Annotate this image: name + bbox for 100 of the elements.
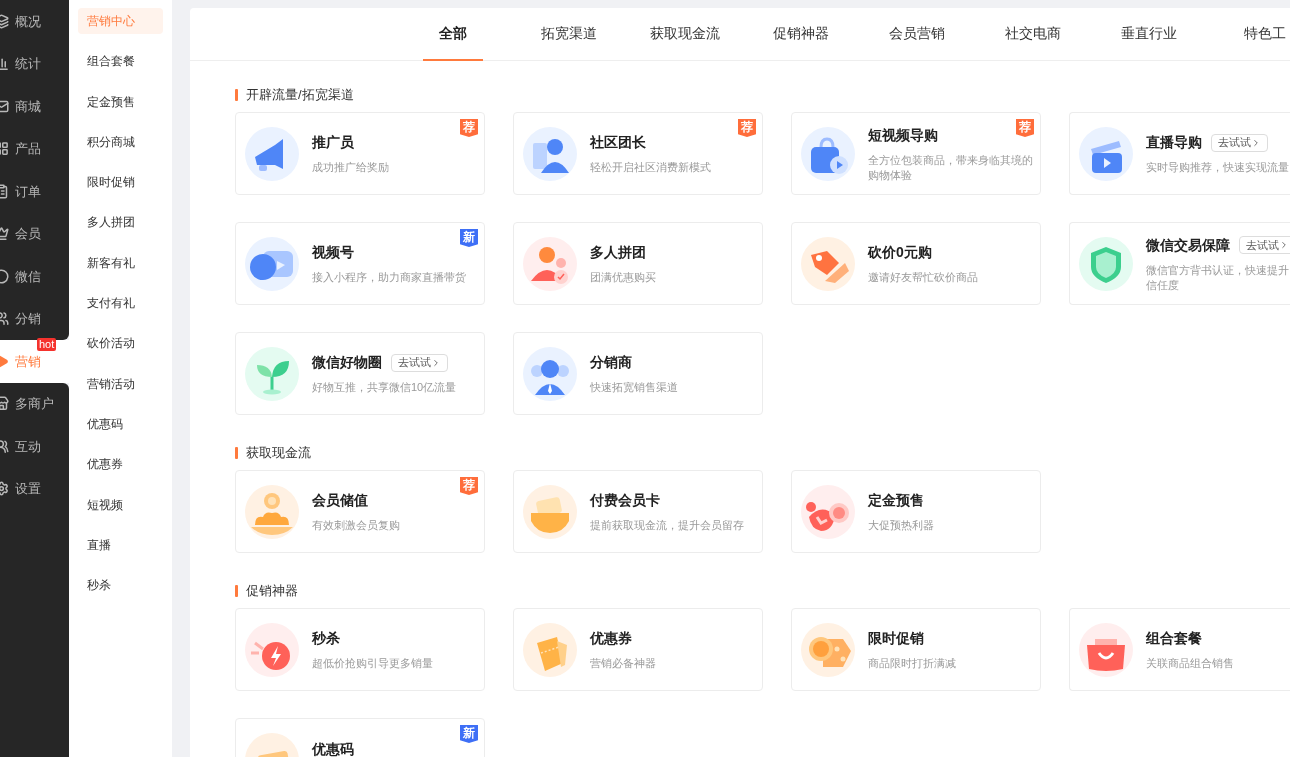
sidebar-item[interactable]: 产品	[0, 127, 69, 170]
card-title: 微信好物圈	[312, 353, 382, 372]
feature-card[interactable]: 限时促销 商品限时打折满减	[791, 608, 1041, 691]
corner-tag: 荐	[460, 477, 478, 495]
tab[interactable]: 会员营销	[859, 8, 975, 60]
card-description: 实时导购推荐，快速实现流量	[1146, 160, 1290, 175]
submenu-item[interactable]: 限时促销	[78, 169, 163, 196]
submenu-item[interactable]: 定金预售	[78, 88, 163, 115]
card-description: 全方位包装商品，带来身临其境的购物体验	[868, 152, 1034, 183]
sidebar-label: 微信	[15, 267, 41, 286]
person-icon	[523, 346, 577, 401]
sidebar-item[interactable]: 统计	[0, 42, 69, 85]
sidebar-label: 统计	[15, 55, 41, 73]
card-description: 有效刺激会员复购	[312, 518, 401, 533]
try-button[interactable]: 去试试	[1211, 133, 1268, 152]
card-title: 短视频导购	[868, 125, 938, 145]
feature-card[interactable]: 会员储值 荐 有效刺激会员复购	[235, 470, 485, 553]
card-description: 接入小程序，助力商家直播带货	[312, 270, 467, 285]
card-description: 邀请好友帮忙砍价商品	[868, 270, 979, 285]
section-title: 促销神器	[246, 581, 298, 600]
tab[interactable]: 垂直行业	[1091, 8, 1207, 60]
card-description: 轻松开启社区消费新模式	[590, 160, 712, 175]
try-button[interactable]: 去试试	[391, 353, 448, 372]
coin-icon	[245, 484, 299, 539]
submenu-item[interactable]: 营销活动	[78, 370, 163, 397]
card-title: 直播导购	[1146, 133, 1202, 152]
sidebar-item[interactable]: 互动	[0, 425, 69, 468]
sidebar-item[interactable]: 商城	[0, 85, 69, 128]
feature-card[interactable]: 多人拼团 团满优惠购买	[513, 222, 763, 305]
shopping-bag-icon	[1079, 622, 1133, 677]
submenu-item[interactable]: 支付有礼	[78, 290, 163, 317]
submenu-item[interactable]: 多人拼团	[78, 209, 163, 236]
clapperboard-icon	[1079, 126, 1133, 181]
sidebar-item[interactable]: hot 营销	[0, 340, 69, 383]
card-description: 关联商品组合销售	[1146, 656, 1235, 671]
feature-card[interactable]: 短视频导购 荐 全方位包装商品，带来身临其境的购物体验	[791, 112, 1041, 195]
sidebar-item[interactable]: 概况	[0, 0, 69, 43]
card-description: 营销必备神器	[590, 656, 657, 671]
feature-card[interactable]: 视频号 新 接入小程序，助力商家直播带货	[235, 222, 485, 305]
submenu-item[interactable]: 砍价活动	[78, 330, 163, 357]
card-description: 超低价抢购引导更多销量	[312, 656, 434, 671]
hot-badge: hot	[37, 338, 57, 351]
feature-card[interactable]: 砍价0元购 邀请好友帮忙砍价商品	[791, 222, 1041, 305]
feature-card[interactable]: 秒杀 超低价抢购引导更多销量	[235, 608, 485, 691]
sidebar-label: 分销	[15, 310, 41, 328]
sidebar-item[interactable]: 订单	[0, 170, 69, 213]
card-title: 限时促销	[868, 629, 924, 648]
tab[interactable]: 促销神器	[743, 8, 859, 60]
feature-card[interactable]: 优惠券 营销必备神器	[513, 608, 763, 691]
chevron-icon	[1279, 240, 1289, 250]
tab[interactable]: 全部	[395, 8, 511, 60]
sidebar-label: 商城	[15, 97, 41, 116]
sidebar-item[interactable]: 设置	[0, 467, 69, 510]
sidebar-item[interactable]: 分销	[0, 297, 69, 340]
feature-card[interactable]: 定金预售 大促预热利器	[791, 470, 1041, 553]
submenu-item[interactable]: 优惠券	[78, 451, 163, 478]
card-description: 成功推广给奖励	[312, 160, 390, 175]
feature-card[interactable]: 微信好物圈 去试试 好物互推，共享微信10亿流量	[235, 332, 485, 415]
submenu-item[interactable]: 秒杀	[78, 572, 163, 599]
tab[interactable]: 社交电商	[975, 8, 1091, 60]
card-description: 团满优惠购买	[590, 270, 657, 285]
submenu-item[interactable]: 新客有礼	[78, 249, 163, 276]
tab[interactable]: 拓宽渠道	[511, 8, 627, 60]
feature-card[interactable]: 推广员 荐 成功推广给奖励	[235, 112, 485, 195]
card-title: 会员储值	[312, 491, 368, 510]
card-description: 好物互推，共享微信10亿流量	[312, 380, 458, 395]
video-icon	[245, 236, 299, 291]
feature-card[interactable]: 微信交易保障 去试试 微信官方背书认证，快速提升信任度	[1069, 222, 1290, 305]
submenu-item[interactable]: 优惠码	[78, 410, 163, 437]
submenu-item[interactable]: 短视频	[78, 491, 163, 518]
corner-tag: 荐	[1016, 119, 1034, 137]
corner-tag: 荐	[460, 119, 478, 137]
card-description: 微信官方背书认证，快速提升信任度	[1146, 262, 1290, 293]
tab[interactable]: 特色工	[1207, 8, 1290, 60]
sidebar-label: 订单	[15, 182, 41, 201]
sidebar-item[interactable]: 会员	[0, 212, 69, 255]
card-title: 多人拼团	[590, 243, 646, 262]
feature-card[interactable]: 组合套餐 关联商品组合销售	[1069, 608, 1290, 691]
try-button[interactable]: 去试试	[1239, 236, 1290, 254]
submenu-item[interactable]: 积分商城	[78, 128, 163, 155]
chevron-icon	[431, 357, 441, 368]
corner-tag: 荐	[738, 119, 756, 137]
card-title: 社区团长	[590, 133, 646, 152]
feature-card[interactable]: 付费会员卡 提前获取现金流，提升会员留存	[513, 470, 763, 553]
sidebar-item[interactable]: 微信	[0, 255, 69, 298]
people-icon	[523, 236, 577, 291]
sidebar-item[interactable]: 多商户	[0, 382, 69, 425]
person-icon	[523, 126, 577, 181]
submenu-item[interactable]: 直播	[78, 531, 163, 558]
tab[interactable]: 获取现金流	[627, 8, 743, 60]
feature-card[interactable]: 直播导购 去试试 实时导购推荐，快速实现流量	[1069, 112, 1290, 195]
feature-card[interactable]: 分销商 快速拓宽销售渠道	[513, 332, 763, 415]
submenu-item[interactable]: 组合套餐	[78, 48, 163, 75]
card-title: 优惠码	[312, 740, 354, 757]
card-title: 组合套餐	[1146, 629, 1202, 648]
sidebar-label: 概况	[15, 12, 41, 31]
feature-card[interactable]: 社区团长 荐 轻松开启社区消费新模式	[513, 112, 763, 195]
megaphone-icon	[245, 126, 299, 181]
corner-tag: 新	[460, 725, 478, 743]
feature-card[interactable]: 优惠码 新	[235, 718, 485, 757]
